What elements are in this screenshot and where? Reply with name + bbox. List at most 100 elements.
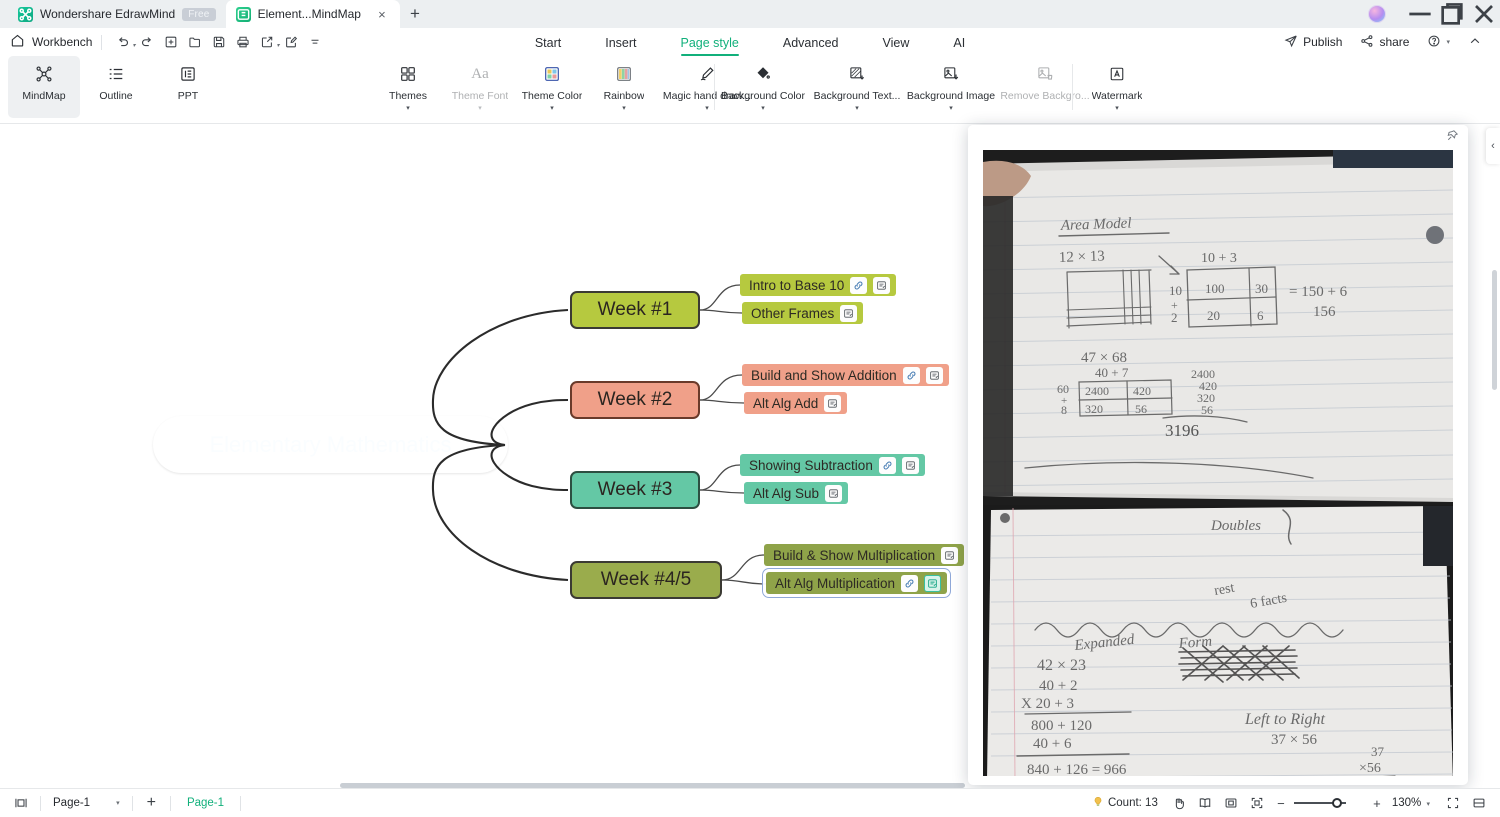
branch-node-week-4-5[interactable]: Week #4/5 xyxy=(570,561,722,599)
leaf-node-alt-alg-multiplication[interactable]: Alt Alg Multiplication xyxy=(761,568,952,598)
svg-text:= 150 + 6: = 150 + 6 xyxy=(1289,284,1348,300)
svg-text:56: 56 xyxy=(1135,402,1147,416)
themes-button[interactable]: Themes ▾ xyxy=(372,56,444,118)
tab-ai[interactable]: AI xyxy=(931,32,987,54)
preview-toolbar xyxy=(968,125,1468,149)
background-image-icon xyxy=(942,63,960,85)
link-icon[interactable] xyxy=(902,366,920,384)
divider xyxy=(240,795,242,811)
ribbon-toolbar: MindMap Outline PPT Themes ▾ Aa Theme Fo… xyxy=(0,56,1500,124)
close-window-button[interactable] xyxy=(1468,0,1500,28)
page-tab-page-1[interactable]: Page-1 xyxy=(177,797,234,809)
mindmap-view-label: MindMap xyxy=(22,90,66,102)
leaf-node-intro-to-base-10[interactable]: Intro to Base 10 xyxy=(740,274,897,296)
note-icon[interactable] xyxy=(925,366,943,384)
split-view-icon[interactable] xyxy=(1466,789,1492,817)
notebook-photo[interactable]: Area Model 12 × 13 10 + 3 10 + 2 100 30 … xyxy=(983,150,1453,785)
theme-color-button[interactable]: Theme Color ▾ xyxy=(516,56,588,118)
chevron-down-icon[interactable]: ▾ xyxy=(855,104,859,112)
chevron-down-icon[interactable]: ▾ xyxy=(761,104,765,112)
svg-text:Left to Right: Left to Right xyxy=(1244,711,1326,728)
note-icon[interactable] xyxy=(901,456,919,474)
branch-node-week-1[interactable]: Week #1 xyxy=(570,291,700,329)
hand-tool-icon[interactable] xyxy=(1166,789,1192,817)
avatar[interactable] xyxy=(1368,5,1386,23)
add-page-button[interactable]: + xyxy=(139,794,164,812)
tab-start[interactable]: Start xyxy=(513,32,583,54)
leaf-node-alt-alg-add[interactable]: Alt Alg Add xyxy=(744,392,848,414)
rainbow-button[interactable]: Rainbow ▾ xyxy=(588,56,660,118)
leaf-node-build-show-multiplication[interactable]: Build & Show Multiplication xyxy=(764,544,965,566)
new-tab-button[interactable]: + xyxy=(400,0,430,28)
maximize-button[interactable] xyxy=(1436,0,1468,28)
tab-view[interactable]: View xyxy=(860,32,931,54)
collapse-panel-button[interactable]: ‹ xyxy=(1486,128,1500,164)
link-icon[interactable] xyxy=(850,276,868,294)
page-selector[interactable]: Page-1 ▾ xyxy=(47,797,126,809)
note-icon[interactable] xyxy=(941,546,959,564)
background-image-button[interactable]: Background Image ▾ xyxy=(904,56,998,118)
zoom-slider[interactable] xyxy=(1293,798,1346,808)
tab-advanced[interactable]: Advanced xyxy=(761,32,861,54)
chevron-down-icon[interactable]: ▾ xyxy=(550,104,554,112)
menu-bar: Workbench ▾ ▾ Start Insert Page style Ad… xyxy=(0,28,1500,56)
background-color-label: Background Color xyxy=(720,90,806,102)
ppt-view-button[interactable]: PPT xyxy=(152,56,224,118)
chevron-down-icon[interactable]: ▾ xyxy=(622,104,626,112)
mindmap-root-node[interactable]: Elementary Mathematics xyxy=(153,416,508,473)
note-icon[interactable] xyxy=(825,484,843,502)
zoom-out-button[interactable]: − xyxy=(1274,796,1288,811)
book-view-icon[interactable] xyxy=(1192,789,1218,817)
svg-text:10 + 3: 10 + 3 xyxy=(1201,251,1237,266)
note-icon[interactable] xyxy=(873,276,891,294)
leaf-node-showing-subtraction[interactable]: Showing Subtraction xyxy=(740,454,925,476)
note-icon[interactable] xyxy=(840,304,858,322)
count-label: Count: 13 xyxy=(1107,797,1158,809)
app-tab-edrawmind[interactable]: Wondershare EdrawMind Free xyxy=(8,0,226,28)
leaf-node-build-and-show-addition[interactable]: Build and Show Addition xyxy=(742,364,949,386)
vertical-scrollbar[interactable] xyxy=(1492,270,1497,390)
svg-text:37: 37 xyxy=(1371,744,1385,759)
note-icon[interactable] xyxy=(824,394,842,412)
leaf-label: Alt Alg Add xyxy=(753,395,819,411)
background-color-button[interactable]: Background Color ▾ xyxy=(716,56,810,118)
outline-view-button[interactable]: Outline xyxy=(80,56,152,118)
leaf-label: Alt Alg Sub xyxy=(753,485,820,501)
chevron-down-icon[interactable]: ▾ xyxy=(949,104,953,112)
svg-text:X 20 + 3: X 20 + 3 xyxy=(1021,696,1074,712)
link-icon[interactable] xyxy=(878,456,896,474)
zoom-in-button[interactable]: + xyxy=(1370,796,1384,811)
outline-view-label: Outline xyxy=(99,90,133,102)
branch-node-week-3[interactable]: Week #3 xyxy=(570,471,700,509)
zoom-level-selector[interactable]: 130% ▾ xyxy=(1392,797,1430,809)
mindmap-view-button[interactable]: MindMap xyxy=(8,56,80,118)
count-badge[interactable]: Count: 13 xyxy=(1092,796,1158,811)
pin-icon[interactable] xyxy=(1446,129,1459,147)
note-icon-highlighted[interactable] xyxy=(924,574,942,592)
watermark-button[interactable]: Watermark ▾ xyxy=(1074,56,1160,118)
tab-page-style[interactable]: Page style xyxy=(659,32,761,56)
free-badge: Free xyxy=(182,7,216,21)
chevron-down-icon[interactable]: ▾ xyxy=(1115,104,1119,112)
leaf-node-other-frames[interactable]: Other Frames xyxy=(742,302,864,324)
fullscreen-fit-icon[interactable] xyxy=(1244,789,1270,817)
theme-font-label: Theme Font xyxy=(451,90,509,102)
chevron-down-icon[interactable]: ▾ xyxy=(406,104,410,112)
close-tab-icon[interactable]: × xyxy=(374,8,390,21)
fit-page-icon[interactable] xyxy=(1218,789,1244,817)
presentation-icon[interactable] xyxy=(1440,789,1466,817)
document-tab-mindmap[interactable]: Element...MindMap × xyxy=(225,0,400,28)
zoom-slider-handle[interactable] xyxy=(1331,798,1342,808)
branch-node-week-2[interactable]: Week #2 xyxy=(570,381,700,419)
background-color-icon xyxy=(754,63,772,85)
mindmap-doc-icon xyxy=(235,6,251,22)
leaf-node-alt-alg-sub[interactable]: Alt Alg Sub xyxy=(744,482,849,504)
page-layout-icon[interactable] xyxy=(8,789,34,817)
background-texture-button[interactable]: Background Text... ▾ xyxy=(810,56,904,118)
tab-insert[interactable]: Insert xyxy=(583,32,658,54)
remove-background-icon xyxy=(1036,63,1054,85)
minimize-button[interactable] xyxy=(1404,0,1436,28)
chevron-down-icon[interactable]: ▾ xyxy=(705,104,709,112)
divider xyxy=(40,795,41,811)
link-icon[interactable] xyxy=(901,574,919,592)
